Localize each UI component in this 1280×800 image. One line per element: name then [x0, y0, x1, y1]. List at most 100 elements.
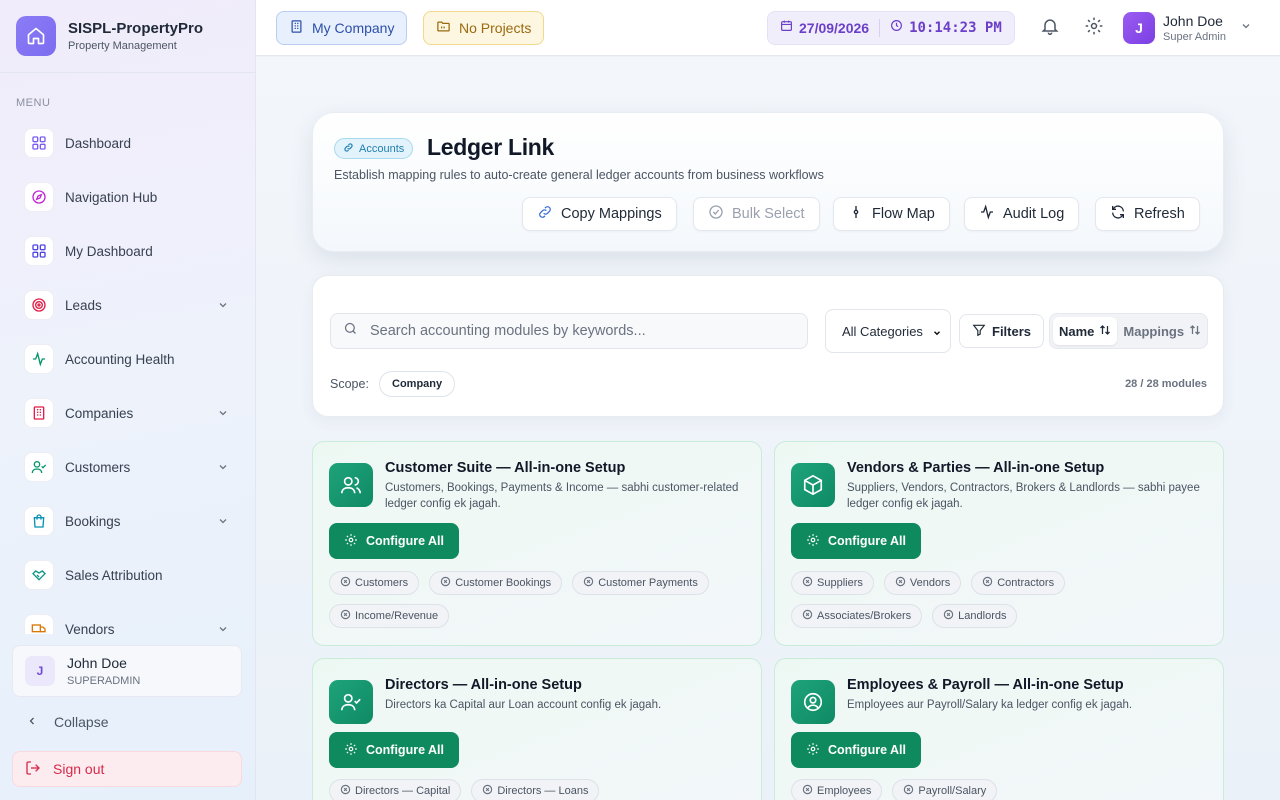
chevron-down-icon[interactable] — [217, 514, 229, 532]
user-role: Super Admin — [1163, 31, 1226, 43]
sign-out-button[interactable]: Sign out — [12, 751, 242, 787]
mapping-chip[interactable]: Contractors — [971, 571, 1066, 595]
user-check-icon — [329, 680, 373, 724]
search-input[interactable] — [370, 323, 790, 339]
sort-icon — [1099, 324, 1111, 339]
mapping-chips: Employees Payroll/Salary — [791, 779, 1211, 800]
section-badge: Accounts — [334, 138, 414, 159]
filter-icon — [972, 323, 986, 340]
sidebar-nav: Dashboard Navigation Hub My Dashboard Le… — [0, 116, 255, 634]
chevron-down-icon[interactable] — [217, 460, 229, 478]
mapping-chip[interactable]: Customer Payments — [572, 571, 709, 595]
module-description: Directors ka Capital aur Loan account co… — [385, 699, 662, 711]
sidebar-item-accounting-health[interactable]: Accounting Health — [0, 332, 255, 386]
chevron-down-icon[interactable] — [217, 298, 229, 316]
sidebar-item-vendors[interactable]: Vendors — [0, 602, 255, 634]
activity-icon — [24, 344, 54, 374]
filters-label: Filters — [992, 323, 1032, 339]
audit-log-label: Audit Log — [1003, 206, 1065, 222]
log-out-icon — [25, 760, 41, 779]
configure-all-button[interactable]: Configure All — [791, 732, 922, 768]
home-icon — [16, 16, 56, 56]
sidebar-item-navigation-hub[interactable]: Navigation Hub — [0, 170, 255, 224]
sort-by-mappings-button[interactable]: Mappings — [1117, 317, 1207, 345]
user-name: John Doe — [1163, 13, 1223, 29]
mapping-chip[interactable]: Customer Bookings — [429, 571, 563, 595]
mapping-chip[interactable]: Payroll/Salary — [892, 779, 998, 800]
sidebar-item-companies[interactable]: Companies — [0, 386, 255, 440]
x-circle-icon — [802, 784, 813, 798]
mapping-chip[interactable]: Directors — Capital — [329, 779, 462, 800]
avatar: J — [1123, 12, 1155, 44]
module-card-employees-payroll: Employees & Payroll — All-in-one Setup E… — [774, 658, 1224, 800]
sidebar-item-label: Navigation Hub — [65, 189, 158, 205]
mapping-chip[interactable]: Suppliers — [791, 571, 874, 595]
company-selector[interactable]: My Company — [276, 11, 408, 45]
mapping-chip[interactable]: Associates/Brokers — [791, 604, 923, 628]
mapping-chip[interactable]: Landlords — [932, 604, 1018, 628]
sort-name-label: Name — [1059, 323, 1095, 339]
chevron-down-icon — [1240, 19, 1252, 37]
mapping-chip-label: Vendors — [909, 577, 951, 589]
configure-all-button[interactable]: Configure All — [791, 523, 922, 559]
bulk-select-button[interactable]: Bulk Select — [693, 197, 820, 231]
project-selector[interactable]: No Projects — [423, 11, 545, 45]
module-title: Vendors & Parties — All-in-one Setup — [847, 460, 1105, 476]
mapping-chip[interactable]: Employees — [791, 779, 883, 800]
sidebar-item-customers[interactable]: Customers — [0, 440, 255, 494]
mapping-chip[interactable]: Income/Revenue — [329, 604, 450, 628]
mapping-chip-label: Directors — Capital — [355, 785, 451, 797]
audit-log-button[interactable]: Audit Log — [964, 197, 1080, 231]
chevron-down-icon[interactable] — [217, 406, 229, 424]
bell-icon[interactable] — [1040, 16, 1060, 41]
mapping-chip-label: Customer Bookings — [455, 577, 552, 589]
sidebar-item-dashboard[interactable]: Dashboard — [0, 116, 255, 170]
scope-chip[interactable]: Company — [379, 371, 456, 397]
sign-out-label: Sign out — [53, 761, 105, 777]
clock-icon — [890, 19, 903, 37]
mapping-chips: Suppliers Vendors Contractors Associates… — [791, 571, 1211, 637]
mapping-chip[interactable]: Vendors — [883, 571, 962, 595]
copy-mappings-button[interactable]: Copy Mappings — [522, 197, 677, 231]
sidebar-item-sales-attribution[interactable]: Sales Attribution — [0, 548, 255, 602]
grid-icon — [24, 236, 54, 266]
truck-icon — [24, 614, 54, 634]
mapping-chip[interactable]: Directors — Loans — [471, 779, 600, 800]
collapse-button[interactable]: Collapse — [26, 714, 108, 730]
chevron-down-icon[interactable] — [217, 622, 229, 634]
configure-all-button[interactable]: Configure All — [329, 523, 460, 559]
x-circle-icon — [982, 576, 993, 590]
sidebar-item-bookings[interactable]: Bookings — [0, 494, 255, 548]
page-title: Ledger Link — [427, 134, 555, 160]
brand[interactable]: SISPL-PropertyPro Property Management — [16, 16, 203, 56]
projects-label: No Projects — [459, 20, 532, 36]
category-select[interactable]: All Categories — [825, 309, 951, 353]
sidebar-item-label: My Dashboard — [65, 243, 153, 259]
target-icon — [24, 290, 54, 320]
link-icon — [537, 204, 553, 224]
flow-map-button[interactable]: Flow Map — [833, 197, 950, 231]
configure-all-button[interactable]: Configure All — [329, 732, 460, 768]
user-menu[interactable]: J John Doe Super Admin — [1123, 12, 1252, 44]
sidebar-user-name: John Doe — [67, 655, 127, 671]
mapping-chip-label: Payroll/Salary — [918, 785, 987, 797]
brand-subtitle: Property Management — [68, 40, 177, 52]
configure-all-label: Configure All — [366, 743, 445, 757]
x-circle-icon — [895, 576, 906, 590]
refresh-button[interactable]: Refresh — [1095, 197, 1200, 231]
sidebar-item-label: Customers — [65, 459, 131, 475]
sidebar-item-leads[interactable]: Leads — [0, 278, 255, 332]
gear-icon[interactable] — [1084, 16, 1104, 41]
sidebar-user-role: SUPERADMIN — [67, 675, 141, 687]
bulk-select-label: Bulk Select — [732, 206, 805, 222]
filters-button[interactable]: Filters — [959, 314, 1045, 348]
sidebar-item-my-dashboard[interactable]: My Dashboard — [0, 224, 255, 278]
user-check-icon — [24, 452, 54, 482]
mapping-chip[interactable]: Customers — [329, 571, 420, 595]
sidebar-user-card[interactable]: J John Doe SUPERADMIN — [12, 645, 242, 697]
avatar: J — [25, 656, 55, 686]
sort-by-name-button[interactable]: Name — [1053, 317, 1118, 345]
company-label: My Company — [312, 20, 395, 36]
module-description: Customers, Bookings, Payments & Income —… — [385, 482, 739, 510]
user-circle-icon — [791, 680, 835, 724]
